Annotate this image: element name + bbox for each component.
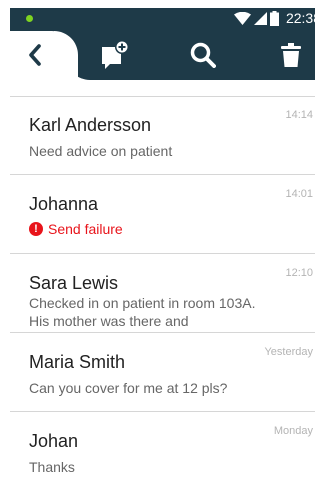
conversation-item[interactable]: Maria Smith Yesterday Can you cover for … [10, 333, 325, 412]
send-failure-label: Send failure [48, 221, 123, 237]
new-message-icon [102, 39, 129, 69]
back-button[interactable] [20, 29, 50, 80]
contact-name: Sara Lewis [29, 273, 119, 293]
status-icons: 22:38 [233, 9, 321, 28]
error-icon: ! [29, 222, 43, 236]
app-toolbar [10, 29, 325, 80]
message-preview: Thanks [29, 459, 75, 475]
contact-name: Johanna [29, 194, 99, 214]
message-time: 14:14 [285, 109, 313, 121]
notification-dot-icon [26, 15, 33, 22]
contact-name: Karl Andersson [29, 115, 152, 135]
conversation-item[interactable]: Johan Monday Thanks [10, 412, 325, 482]
conversation-list: Karl Andersson 14:14 Need advice on pati… [10, 96, 325, 482]
message-time: Monday [273, 425, 313, 437]
conversation-item[interactable]: Johanna 14:01 ! Send failure [10, 175, 325, 254]
conversation-item[interactable]: Sara Lewis 12:10 Checked in on patient i… [10, 254, 325, 333]
send-failure-status: ! Send failure [29, 221, 123, 237]
cell-signal-icon [253, 12, 267, 25]
search-button[interactable] [186, 29, 220, 80]
search-icon [190, 42, 216, 68]
message-time: Yesterday [264, 346, 313, 358]
message-preview: Need advice on patient [29, 143, 173, 159]
screen-edge-right [315, 0, 325, 482]
contact-name: Johan [29, 431, 79, 451]
battery-icon [269, 11, 279, 26]
contact-name: Maria Smith [29, 352, 126, 372]
message-time: 12:10 [285, 267, 313, 279]
wifi-icon [233, 12, 251, 25]
trash-icon [281, 42, 301, 67]
new-message-button[interactable] [98, 29, 132, 80]
back-icon [29, 43, 41, 66]
delete-button[interactable] [274, 29, 308, 80]
conversation-item[interactable]: Karl Andersson 14:14 Need advice on pati… [10, 96, 325, 175]
message-time: 14:01 [285, 188, 313, 200]
screen-edge-left [0, 0, 10, 482]
status-bar: 22:38 [10, 8, 325, 29]
message-preview: Checked in on patient in room 103A. His … [29, 295, 256, 329]
message-preview: Can you cover for me at 12 pls? [29, 380, 228, 396]
